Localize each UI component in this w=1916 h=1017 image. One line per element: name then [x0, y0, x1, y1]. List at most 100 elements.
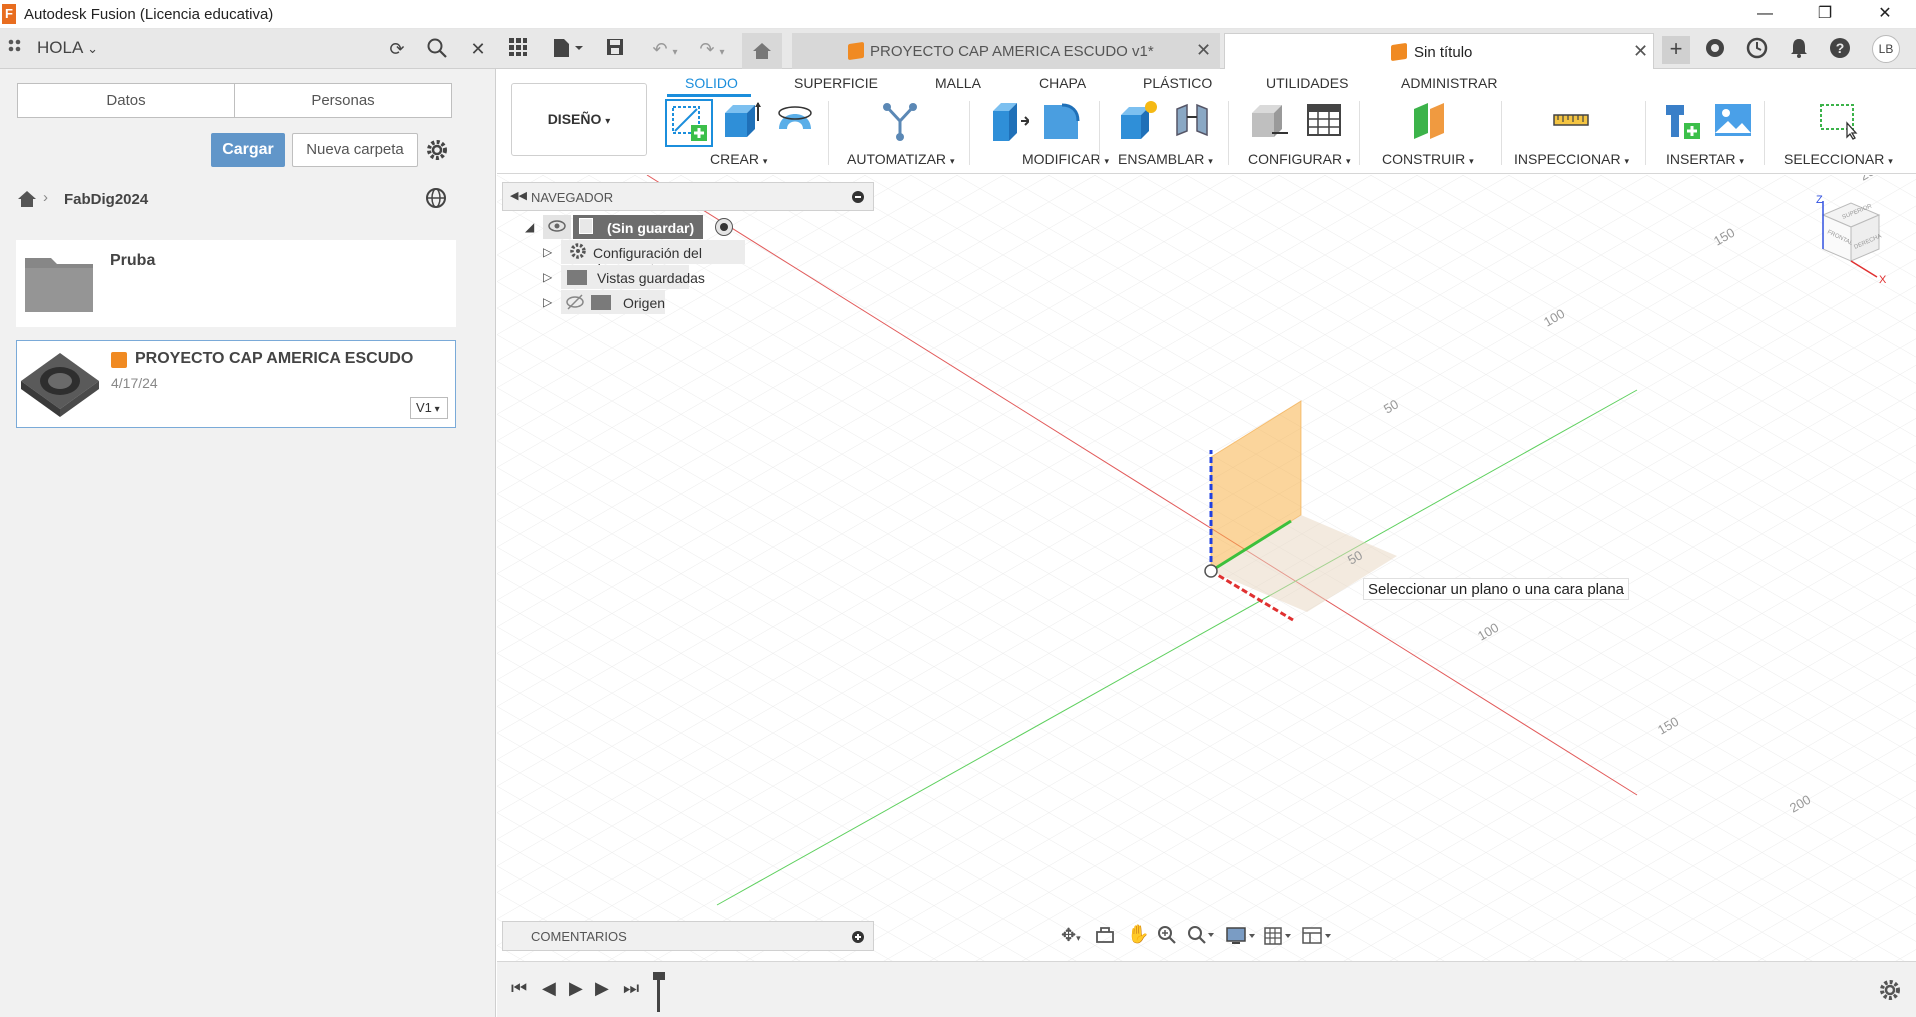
group-automatizar[interactable]: AUTOMATIZAR ▾: [847, 151, 954, 167]
app-menu-grid-icon[interactable]: [506, 37, 530, 61]
group-configurar[interactable]: CONFIGURAR ▾: [1248, 151, 1351, 167]
group-modificar[interactable]: MODIFICAR ▾: [1022, 151, 1109, 167]
collapse-arrow-icon[interactable]: ◢: [525, 220, 534, 234]
upload-button[interactable]: Cargar: [211, 133, 285, 167]
select-window-icon[interactable]: [1817, 99, 1858, 140]
timeline-marker-icon[interactable]: [652, 972, 666, 1016]
joint-icon[interactable]: [1171, 99, 1211, 139]
group-crear[interactable]: CREAR ▾: [710, 151, 767, 167]
fit-zoom-icon[interactable]: [1187, 925, 1215, 949]
comments-panel[interactable]: COMENTARIOS: [502, 921, 874, 951]
tab-malla[interactable]: MALLA: [935, 75, 981, 91]
tab-utilidades[interactable]: UTILIDADES: [1266, 75, 1348, 91]
version-dropdown[interactable]: V1 ▾: [410, 397, 448, 419]
add-comment-icon[interactable]: [852, 931, 864, 943]
look-at-icon[interactable]: [1095, 926, 1115, 948]
pan-hand-icon[interactable]: ✋: [1127, 924, 1149, 945]
go-to-end-icon[interactable]: ⏭: [623, 978, 639, 999]
viewports-layout-icon[interactable]: [1301, 926, 1335, 950]
hub-selector[interactable]: HOLA ⌄: [37, 38, 98, 58]
configure-icon[interactable]: [1248, 99, 1288, 139]
3d-viewport[interactable]: 150 100 50 50 100 150 200 200 SUPERIOR F…: [497, 175, 1916, 961]
tab-administrar[interactable]: ADMINISTRAR: [1401, 75, 1497, 91]
construct-plane-icon[interactable]: [1410, 99, 1450, 139]
group-inspeccionar[interactable]: INSPECCIONAR ▾: [1514, 151, 1629, 167]
go-to-start-icon[interactable]: ⏮: [511, 978, 527, 999]
table-configure-icon[interactable]: [1304, 99, 1344, 139]
extensions-icon[interactable]: [1703, 37, 1727, 61]
tree-item-origin[interactable]: ▷ Origen: [543, 290, 743, 316]
minimize-navigator-icon[interactable]: [852, 191, 864, 203]
group-ensamblar[interactable]: ENSAMBLAR ▾: [1118, 151, 1213, 167]
collapse-double-arrow-icon[interactable]: ◀◀: [510, 189, 527, 202]
minimize-button[interactable]: —: [1740, 2, 1790, 28]
zoom-icon[interactable]: [1157, 925, 1177, 949]
expand-arrow-icon[interactable]: ▷: [543, 295, 552, 309]
home-tab[interactable]: [742, 33, 782, 69]
tab-chapa[interactable]: CHAPA: [1039, 75, 1086, 91]
apps-grid-icon[interactable]: [5, 37, 29, 61]
list-item-folder[interactable]: Pruba: [16, 240, 456, 327]
tree-root[interactable]: ◢ (Sin guardar): [525, 215, 745, 241]
expand-arrow-icon[interactable]: ▷: [543, 245, 552, 259]
close-tab-icon[interactable]: ✕: [1633, 41, 1648, 62]
tab-superficie[interactable]: SUPERFICIE: [794, 75, 878, 91]
orbit-icon[interactable]: ✥▾: [1061, 925, 1081, 946]
close-tab-icon[interactable]: ✕: [1196, 40, 1211, 61]
new-folder-button[interactable]: Nueva carpeta: [292, 133, 418, 167]
breadcrumb-folder[interactable]: FabDig2024: [64, 191, 148, 208]
notifications-bell-icon[interactable]: [1787, 37, 1811, 61]
grid-settings-icon[interactable]: [1263, 926, 1295, 950]
expand-arrow-icon[interactable]: ▷: [543, 270, 552, 284]
revolve-icon[interactable]: [775, 99, 815, 139]
press-pull-icon[interactable]: [987, 99, 1031, 141]
workspace-switcher[interactable]: DISEÑO ▾: [511, 83, 647, 156]
new-component-icon[interactable]: [1117, 99, 1157, 139]
group-insertar[interactable]: INSERTAR ▾: [1666, 151, 1744, 167]
active-radio-icon[interactable]: [715, 218, 733, 236]
timeline-settings-gear-icon[interactable]: [1878, 978, 1902, 1006]
file-menu-icon[interactable]: [548, 37, 588, 61]
undo-icon[interactable]: ↶ ▾: [645, 37, 685, 61]
globe-icon[interactable]: [425, 187, 449, 215]
insert-image-icon[interactable]: [1712, 99, 1752, 139]
fillet-icon[interactable]: [1040, 99, 1080, 139]
hidden-eye-icon[interactable]: [565, 293, 585, 314]
restore-button[interactable]: ❐: [1800, 2, 1850, 28]
tab-personas[interactable]: Personas: [234, 83, 452, 118]
refresh-icon[interactable]: ⟳: [385, 37, 409, 61]
search-icon[interactable]: [425, 37, 449, 61]
close-window-button[interactable]: ✕: [1860, 2, 1910, 28]
tab-plastico[interactable]: PLÁSTICO: [1143, 75, 1212, 91]
create-sketch-icon[interactable]: [665, 99, 713, 147]
group-construir[interactable]: CONSTRUIR ▾: [1382, 151, 1474, 167]
automate-icon[interactable]: [879, 99, 919, 141]
step-back-icon[interactable]: ◀: [542, 978, 556, 999]
tab-solido[interactable]: SOLIDO: [685, 75, 738, 91]
close-panel-icon[interactable]: ✕: [466, 37, 490, 61]
save-icon[interactable]: [603, 37, 627, 61]
tab-datos[interactable]: Datos: [17, 83, 235, 118]
insert-mcmaster-icon[interactable]: [1660, 99, 1700, 139]
new-tab-plus-icon[interactable]: +: [1662, 36, 1690, 64]
user-avatar[interactable]: LB: [1872, 35, 1900, 63]
measure-ruler-icon[interactable]: [1550, 99, 1590, 139]
document-tab[interactable]: PROYECTO CAP AMERICA ESCUDO v1* ✕: [792, 33, 1220, 69]
group-seleccionar[interactable]: SELECCIONAR ▾: [1784, 151, 1893, 167]
help-icon[interactable]: ?: [1828, 37, 1852, 61]
document-tab-active[interactable]: Sin título ✕: [1224, 33, 1654, 69]
settings-gear-icon[interactable]: [425, 138, 449, 166]
display-settings-icon[interactable]: [1225, 926, 1257, 950]
play-icon[interactable]: ▶: [569, 978, 583, 999]
extrude-icon[interactable]: [721, 99, 761, 139]
redo-icon[interactable]: ↷ ▾: [692, 37, 732, 61]
origin-point[interactable]: [1204, 564, 1218, 578]
tree-item-saved-views[interactable]: ▷ Vistas guardadas: [543, 265, 743, 291]
job-status-clock-icon[interactable]: [1745, 37, 1769, 61]
list-item-design[interactable]: PROYECTO CAP AMERICA ESCUDO 4/17/24 V1 ▾: [16, 340, 456, 428]
home-icon[interactable]: [17, 189, 37, 213]
tree-item-document-settings[interactable]: ▷ Configuración del documento: [543, 240, 745, 277]
step-forward-icon[interactable]: ▶: [595, 978, 609, 999]
eye-visibility-icon[interactable]: [543, 215, 571, 239]
browser-navigator[interactable]: ◀◀ NAVEGADOR: [502, 182, 874, 211]
